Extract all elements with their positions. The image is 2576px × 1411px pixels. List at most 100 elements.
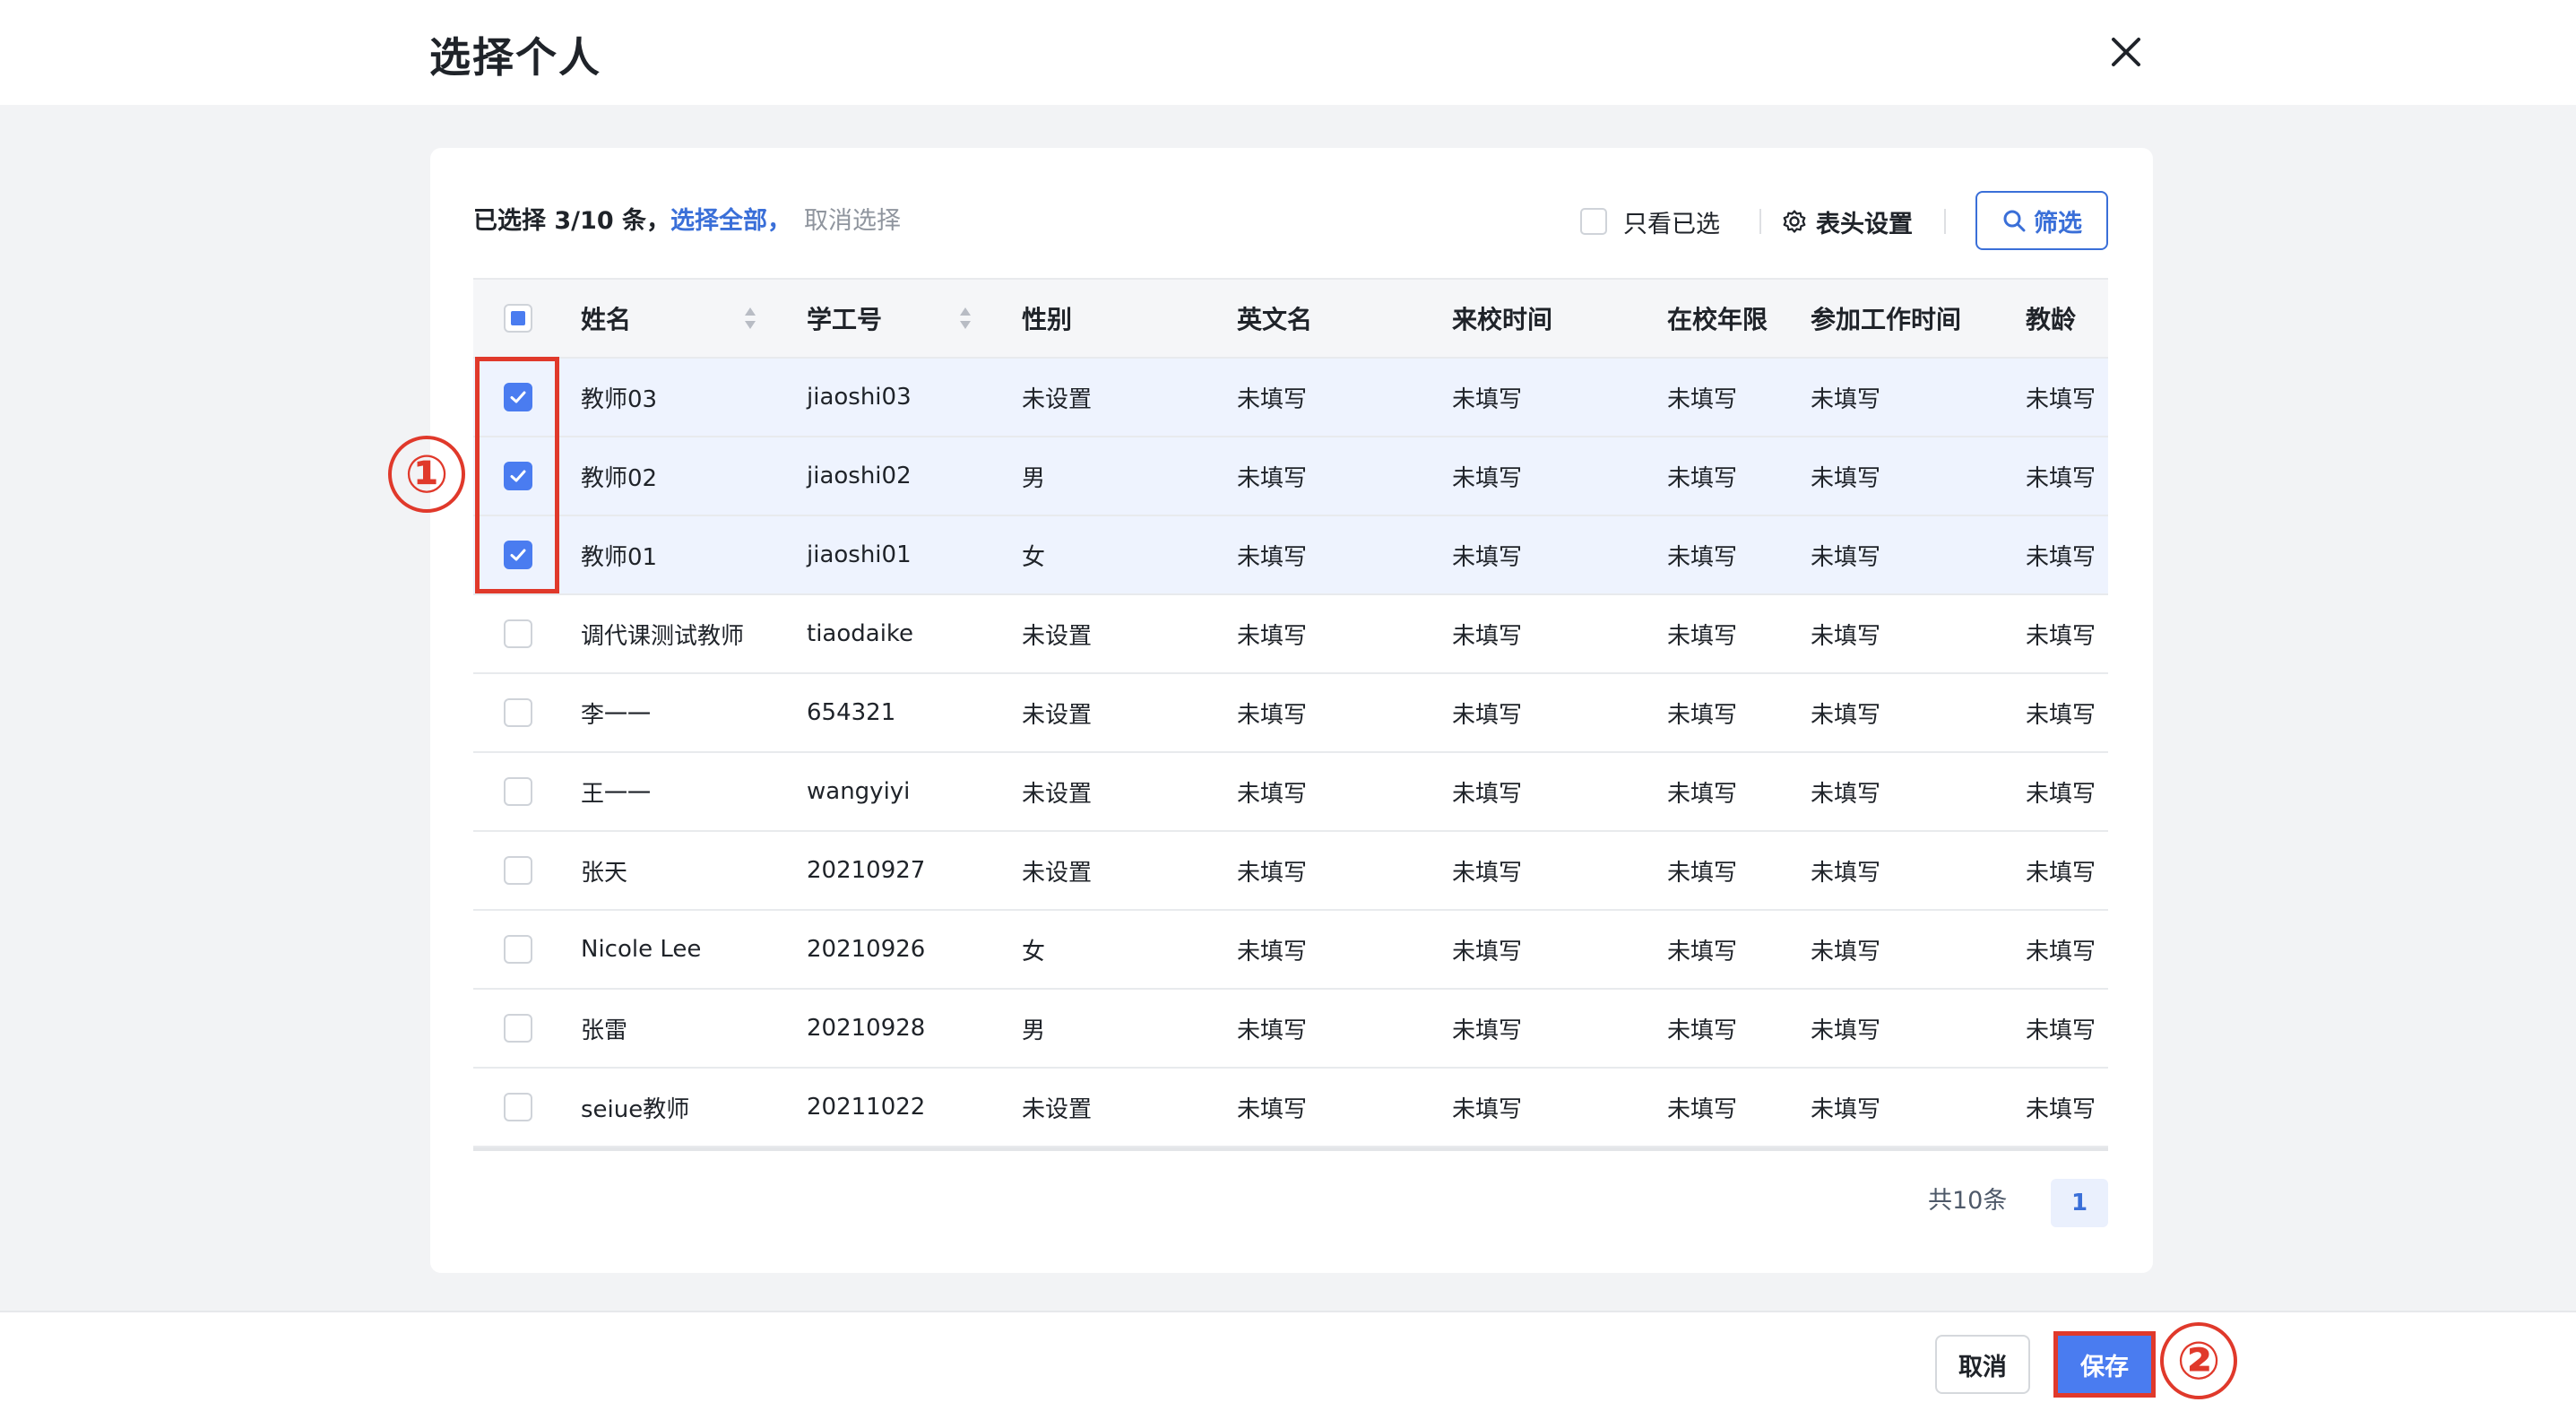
annotation-step-1: ① (388, 436, 465, 513)
cell-teaching-years: 未填写 (2026, 622, 2096, 650)
annotation-step-2: ② (2160, 1322, 2237, 1399)
cell-english-name: 未填写 (1237, 938, 1308, 965)
column-header-label: 参加工作时间 (1811, 305, 1962, 334)
row-checkbox-cell (504, 990, 532, 1067)
table-row[interactable]: 张天 20210927 未设置 未填写 未填写 未填写 未填写 未填写 (473, 832, 2108, 911)
column-header-label: 教龄 (2026, 305, 2077, 334)
row-checkbox[interactable] (504, 856, 532, 885)
column-header-label: 姓名 (581, 305, 632, 334)
table-row[interactable]: 教师02 jiaoshi02 男 未填写 未填写 未填写 未填写 未填写 (473, 437, 2108, 516)
cell-teaching-years: 未填写 (2026, 543, 2096, 571)
save-button[interactable]: 保存 (2053, 1331, 2156, 1398)
cell-gender: 男 (1022, 464, 1046, 492)
column-header-label: 性别 (1022, 305, 1073, 334)
cell-arrival-date: 未填写 (1452, 938, 1523, 965)
table-row[interactable]: seiue教师 20211022 未设置 未填写 未填写 未填写 未填写 未填写 (473, 1069, 2108, 1147)
column-header-name[interactable]: 姓名 (581, 280, 631, 357)
filter-label: 筛选 (2034, 209, 2082, 238)
row-checkbox-cell (504, 832, 532, 909)
only-selected-checkbox[interactable] (1580, 208, 1607, 235)
dialog-title: 选择个人 (429, 33, 601, 82)
cell-work-start: 未填写 (1811, 780, 1881, 808)
annotation-checkbox-highlight (475, 357, 559, 593)
cell-id: 20210928 (807, 1015, 926, 1042)
cell-arrival-date: 未填写 (1452, 701, 1523, 729)
row-checkbox[interactable] (504, 935, 532, 964)
cell-gender: 未设置 (1022, 780, 1093, 808)
cell-gender: 女 (1022, 543, 1046, 571)
cancel-button[interactable]: 取消 (1935, 1335, 2030, 1394)
cell-name: 调代课测试教师 (581, 622, 745, 650)
row-checkbox[interactable] (504, 1093, 532, 1121)
row-checkbox-cell (504, 595, 532, 672)
cancel-selection-link[interactable]: 取消选择 (804, 207, 901, 235)
table-row[interactable]: Nicole Lee 20210926 女 未填写 未填写 未填写 未填写 未填写 (473, 911, 2108, 990)
table-row[interactable]: 张雷 20210928 男 未填写 未填写 未填写 未填写 未填写 (473, 990, 2108, 1069)
cell-arrival-date: 未填写 (1452, 543, 1523, 571)
row-checkbox[interactable] (504, 698, 532, 727)
close-icon[interactable] (2105, 30, 2148, 74)
cell-teaching-years: 未填写 (2026, 701, 2096, 729)
toolbar-divider (1759, 209, 1761, 234)
sort-button-name[interactable] (743, 280, 757, 357)
row-checkbox[interactable] (504, 777, 532, 806)
cell-english-name: 未填写 (1237, 1095, 1308, 1123)
table-row[interactable]: 调代课测试教师 tiaodaike 未设置 未填写 未填写 未填写 未填写 未填写 (473, 595, 2108, 674)
cell-english-name: 未填写 (1237, 1017, 1308, 1044)
cell-id: 654321 (807, 699, 896, 726)
sort-button-id[interactable] (958, 280, 972, 357)
row-checkbox-cell (504, 753, 532, 830)
row-checkbox-cell (504, 911, 532, 988)
cell-english-name: 未填写 (1237, 543, 1308, 571)
selection-info: 已选择 3/10 条，选择全部， 取消选择 (473, 203, 901, 239)
cell-years-at-school: 未填写 (1667, 464, 1738, 492)
select-all-link[interactable]: 选择全部， (670, 207, 791, 235)
cell-id: 20211022 (807, 1094, 926, 1121)
cell-years-at-school: 未填写 (1667, 859, 1738, 887)
column-header-arrival-date: 来校时间 (1452, 280, 1552, 357)
cell-years-at-school: 未填写 (1667, 780, 1738, 808)
column-header-english-name: 英文名 (1237, 280, 1312, 357)
column-header-id[interactable]: 学工号 (807, 280, 882, 357)
table-body: 教师03 jiaoshi03 未设置 未填写 未填写 未填写 未填写 未填写 教师02 jiaos… (473, 359, 2108, 1147)
cell-english-name: 未填写 (1237, 464, 1308, 492)
cell-years-at-school: 未填写 (1667, 622, 1738, 650)
cell-gender: 未设置 (1022, 385, 1093, 413)
cell-work-start: 未填写 (1811, 859, 1881, 887)
table-row[interactable]: 李一一 654321 未设置 未填写 未填写 未填写 未填写 未填写 (473, 674, 2108, 753)
cell-name: 教师03 (581, 385, 658, 413)
select-all-checkbox[interactable] (504, 304, 532, 333)
only-selected-toggle[interactable]: 只看已选 (1580, 203, 1720, 239)
cell-arrival-date: 未填写 (1452, 1017, 1523, 1044)
toolbar-divider (1944, 209, 1946, 234)
row-checkbox[interactable] (504, 1014, 532, 1043)
cell-arrival-date: 未填写 (1452, 780, 1523, 808)
pagination-page-button[interactable]: 1 (2051, 1179, 2108, 1227)
cell-work-start: 未填写 (1811, 1017, 1881, 1044)
table-header-row: 姓名 学工号 性别 英文名 来校时间 在校年限 参加工作时间 教龄 (473, 278, 2108, 359)
table-row[interactable]: 教师03 jiaoshi03 未设置 未填写 未填写 未填写 未填写 未填写 (473, 359, 2108, 437)
cell-name: 教师01 (581, 543, 658, 571)
cell-id: 20210927 (807, 857, 926, 884)
cell-english-name: 未填写 (1237, 780, 1308, 808)
cell-id: jiaoshi02 (807, 463, 912, 489)
cell-id: 20210926 (807, 936, 926, 963)
cell-english-name: 未填写 (1237, 622, 1308, 650)
cell-work-start: 未填写 (1811, 385, 1881, 413)
header-settings-button[interactable]: 表头设置 (1782, 203, 1913, 239)
cell-years-at-school: 未填写 (1667, 938, 1738, 965)
filter-button[interactable]: 筛选 (1975, 191, 2108, 250)
column-header-years-at-school: 在校年限 (1667, 280, 1768, 357)
cell-work-start: 未填写 (1811, 1095, 1881, 1123)
cell-teaching-years: 未填写 (2026, 385, 2096, 413)
table-row[interactable]: 教师01 jiaoshi01 女 未填写 未填写 未填写 未填写 未填写 (473, 516, 2108, 595)
cell-years-at-school: 未填写 (1667, 701, 1738, 729)
column-header-label: 英文名 (1237, 305, 1313, 334)
row-checkbox[interactable] (504, 619, 532, 648)
sort-icon[interactable] (958, 306, 972, 331)
cell-years-at-school: 未填写 (1667, 1017, 1738, 1044)
row-checkbox-cell (504, 1069, 532, 1146)
sort-icon[interactable] (743, 306, 757, 331)
close-button[interactable] (2105, 30, 2148, 74)
table-row[interactable]: 王一一 wangyiyi 未设置 未填写 未填写 未填写 未填写 未填写 (473, 753, 2108, 832)
